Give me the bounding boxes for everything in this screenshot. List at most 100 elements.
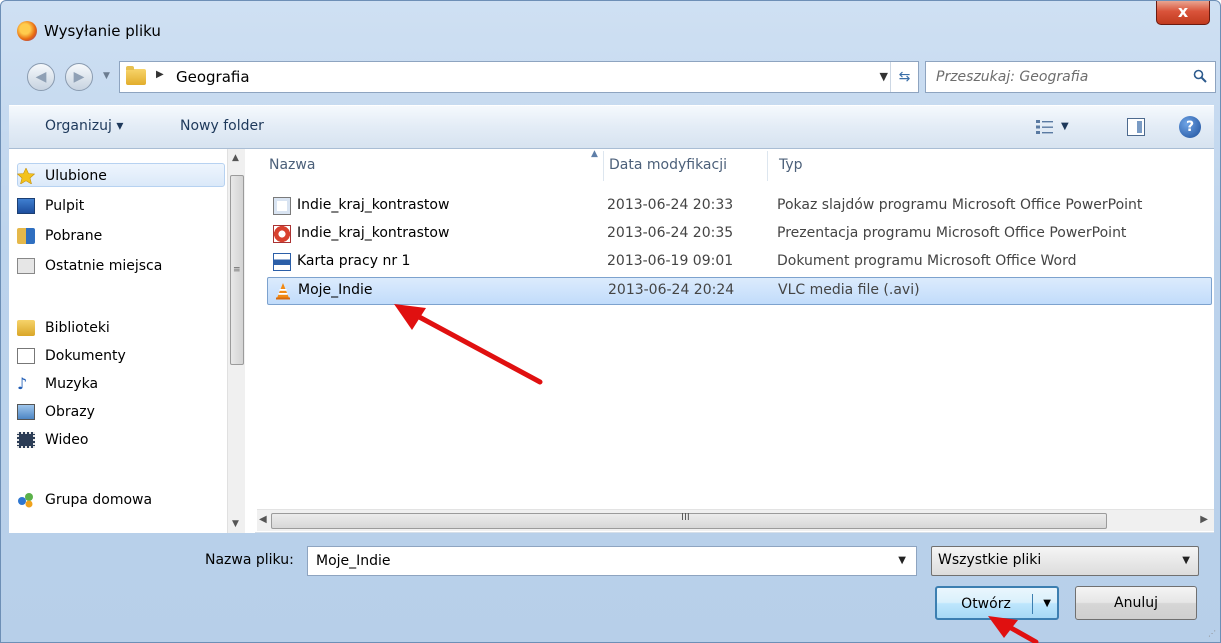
address-dropdown-icon[interactable]: ▼ [880,70,888,83]
open-dropdown-icon[interactable]: ▼ [1043,588,1051,620]
content-area: Ulubione Pulpit Pobrane Ostatnie miejsca… [9,149,1214,533]
new-folder-button[interactable]: Nowy folder [180,118,264,134]
sidebar-item-downloads[interactable]: Pobrane [17,225,103,247]
view-options-icon[interactable] [1035,118,1055,136]
close-button[interactable]: x [1156,1,1210,25]
command-bar: Organizuj ▾ Nowy folder ▼ ? [9,105,1214,149]
navigation-pane: Ulubione Pulpit Pobrane Ostatnie miejsca… [9,149,247,533]
sidebar-item-label: Ulubione [45,168,107,184]
file-type: Pokaz slajdów programu Microsoft Office … [777,197,1143,213]
help-icon[interactable]: ? [1179,116,1201,138]
downloads-icon [17,228,35,244]
search-placeholder: Przeszukaj: Geografia [936,69,1089,85]
sidebar-item-label: Pobrane [45,228,103,244]
filter-value: Wszystkie pliki [938,552,1042,568]
preview-pane-icon[interactable] [1127,118,1145,136]
scroll-right-icon[interactable]: ▶ [1200,514,1208,525]
file-name: Indie_kraj_kontrastow [297,225,450,241]
sidebar-item-label: Muzyka [45,376,99,392]
file-row[interactable]: Karta pracy nr 1 2013-06-19 09:01 Dokume… [267,249,1212,277]
file-row[interactable]: Indie_kraj_kontrastow 2013-06-24 20:33 P… [267,193,1212,221]
sidebar-item-label: Grupa domowa [45,492,153,508]
filename-value[interactable]: Moje_Indie [316,553,391,569]
annotation-arrow-open [988,616,1039,643]
sidebar-item-libraries[interactable]: Biblioteki [17,317,110,339]
filter-dropdown-icon[interactable]: ▼ [1182,555,1190,566]
sidebar-item-label: Ostatnie miejsca [45,258,163,274]
file-name: Indie_kraj_kontrastow [297,197,450,213]
scroll-left-icon[interactable]: ◀ [259,514,267,525]
title-bar: Wysyłanie pliku x [1,1,1220,41]
vlc-icon [276,283,290,300]
scroll-down-icon[interactable]: ▼ [232,519,239,529]
star-icon [17,168,35,184]
file-name: Moje_Indie [298,282,373,298]
sidebar-item-documents[interactable]: Dokumenty [17,345,126,367]
sidebar-item-label: Wideo [45,432,89,448]
resize-grip-icon[interactable]: ⋰ [1208,629,1216,638]
sidebar-scrollbar[interactable]: ▲ ≡ ▼ [227,149,245,533]
sidebar-item-pictures[interactable]: Obrazy [17,401,95,423]
sidebar-item-label: Obrazy [45,404,95,420]
file-row[interactable]: Indie_kraj_kontrastow 2013-06-24 20:35 P… [267,221,1212,249]
split-divider [1032,594,1033,614]
powerpoint-show-icon [273,197,291,215]
libraries-icon [17,320,35,336]
sidebar-item-music[interactable]: ♪ Muzyka [17,373,99,395]
pictures-icon [17,404,35,420]
sidebar-item-recent-places[interactable]: Ostatnie miejsca [17,255,163,277]
search-input[interactable]: Przeszukaj: Geografia [925,61,1216,93]
column-header-type[interactable]: Typ [779,157,803,173]
refresh-button[interactable]: ⇆ [890,62,918,92]
window-title: Wysyłanie pliku [44,22,161,40]
file-date: 2013-06-24 20:35 [607,225,734,241]
sidebar-item-label: Pulpit [45,198,85,214]
filename-input[interactable]: Moje_Indie ▼ [307,546,917,576]
powerpoint-icon [273,225,291,243]
file-type: Prezentacja programu Microsoft Office Po… [777,225,1127,241]
cancel-button[interactable]: Anuluj [1075,586,1197,620]
view-dropdown-icon[interactable]: ▼ [1061,121,1069,132]
file-type-filter[interactable]: Wszystkie pliki ▼ [931,546,1199,576]
organize-button[interactable]: Organizuj ▾ [45,118,123,134]
sidebar-item-label: Dokumenty [45,348,126,364]
address-bar[interactable]: ▶ Geografia ▼ ⇆ [119,61,919,93]
sidebar-item-video[interactable]: Wideo [17,429,89,451]
column-header-name[interactable]: Nazwa [269,157,315,173]
forward-button[interactable]: ▶ [65,63,93,91]
file-type: VLC media file (.avi) [778,282,920,298]
folder-icon [126,66,146,85]
video-icon [17,432,35,448]
file-date: 2013-06-24 20:24 [608,282,735,298]
desktop-icon [17,198,35,214]
search-icon[interactable] [1193,69,1207,83]
column-separator[interactable] [603,151,604,181]
music-icon: ♪ [17,374,28,393]
breadcrumb-arrow-icon[interactable]: ▶ [156,69,164,80]
sidebar-item-homegroup[interactable]: Grupa domowa [18,489,153,511]
file-upload-dialog: Wysyłanie pliku x ◀ ▶ ▼ ▶ Geografia ▼ ⇆ … [0,0,1221,643]
back-button[interactable]: ◀ [27,63,55,91]
breadcrumb[interactable]: Geografia [176,68,250,86]
sidebar-item-label: Biblioteki [45,320,110,336]
filename-dropdown-icon[interactable]: ▼ [898,555,906,566]
pane-divider[interactable] [247,149,255,533]
sort-ascending-icon: ▲ [591,149,598,159]
word-icon [273,253,291,271]
column-separator[interactable] [767,151,768,181]
scroll-up-icon[interactable]: ▲ [232,153,239,163]
column-header-date[interactable]: Data modyfikacji [609,157,727,173]
file-date: 2013-06-24 20:33 [607,197,734,213]
sidebar-item-desktop[interactable]: Pulpit [17,195,85,217]
annotation-arrow-file [394,304,543,385]
scroll-grip: III [681,512,690,523]
firefox-icon [17,21,37,41]
homegroup-icon [18,493,33,508]
sidebar-item-favorites[interactable]: Ulubione [17,165,107,187]
file-type: Dokument programu Microsoft Office Word [777,253,1077,269]
horizontal-scrollbar[interactable]: ◀ III ▶ [257,509,1214,531]
history-dropdown-icon[interactable]: ▼ [103,71,110,81]
scroll-grip-icon: ≡ [233,265,241,275]
file-date: 2013-06-19 09:01 [607,253,734,269]
filename-label: Nazwa pliku: [205,552,294,568]
